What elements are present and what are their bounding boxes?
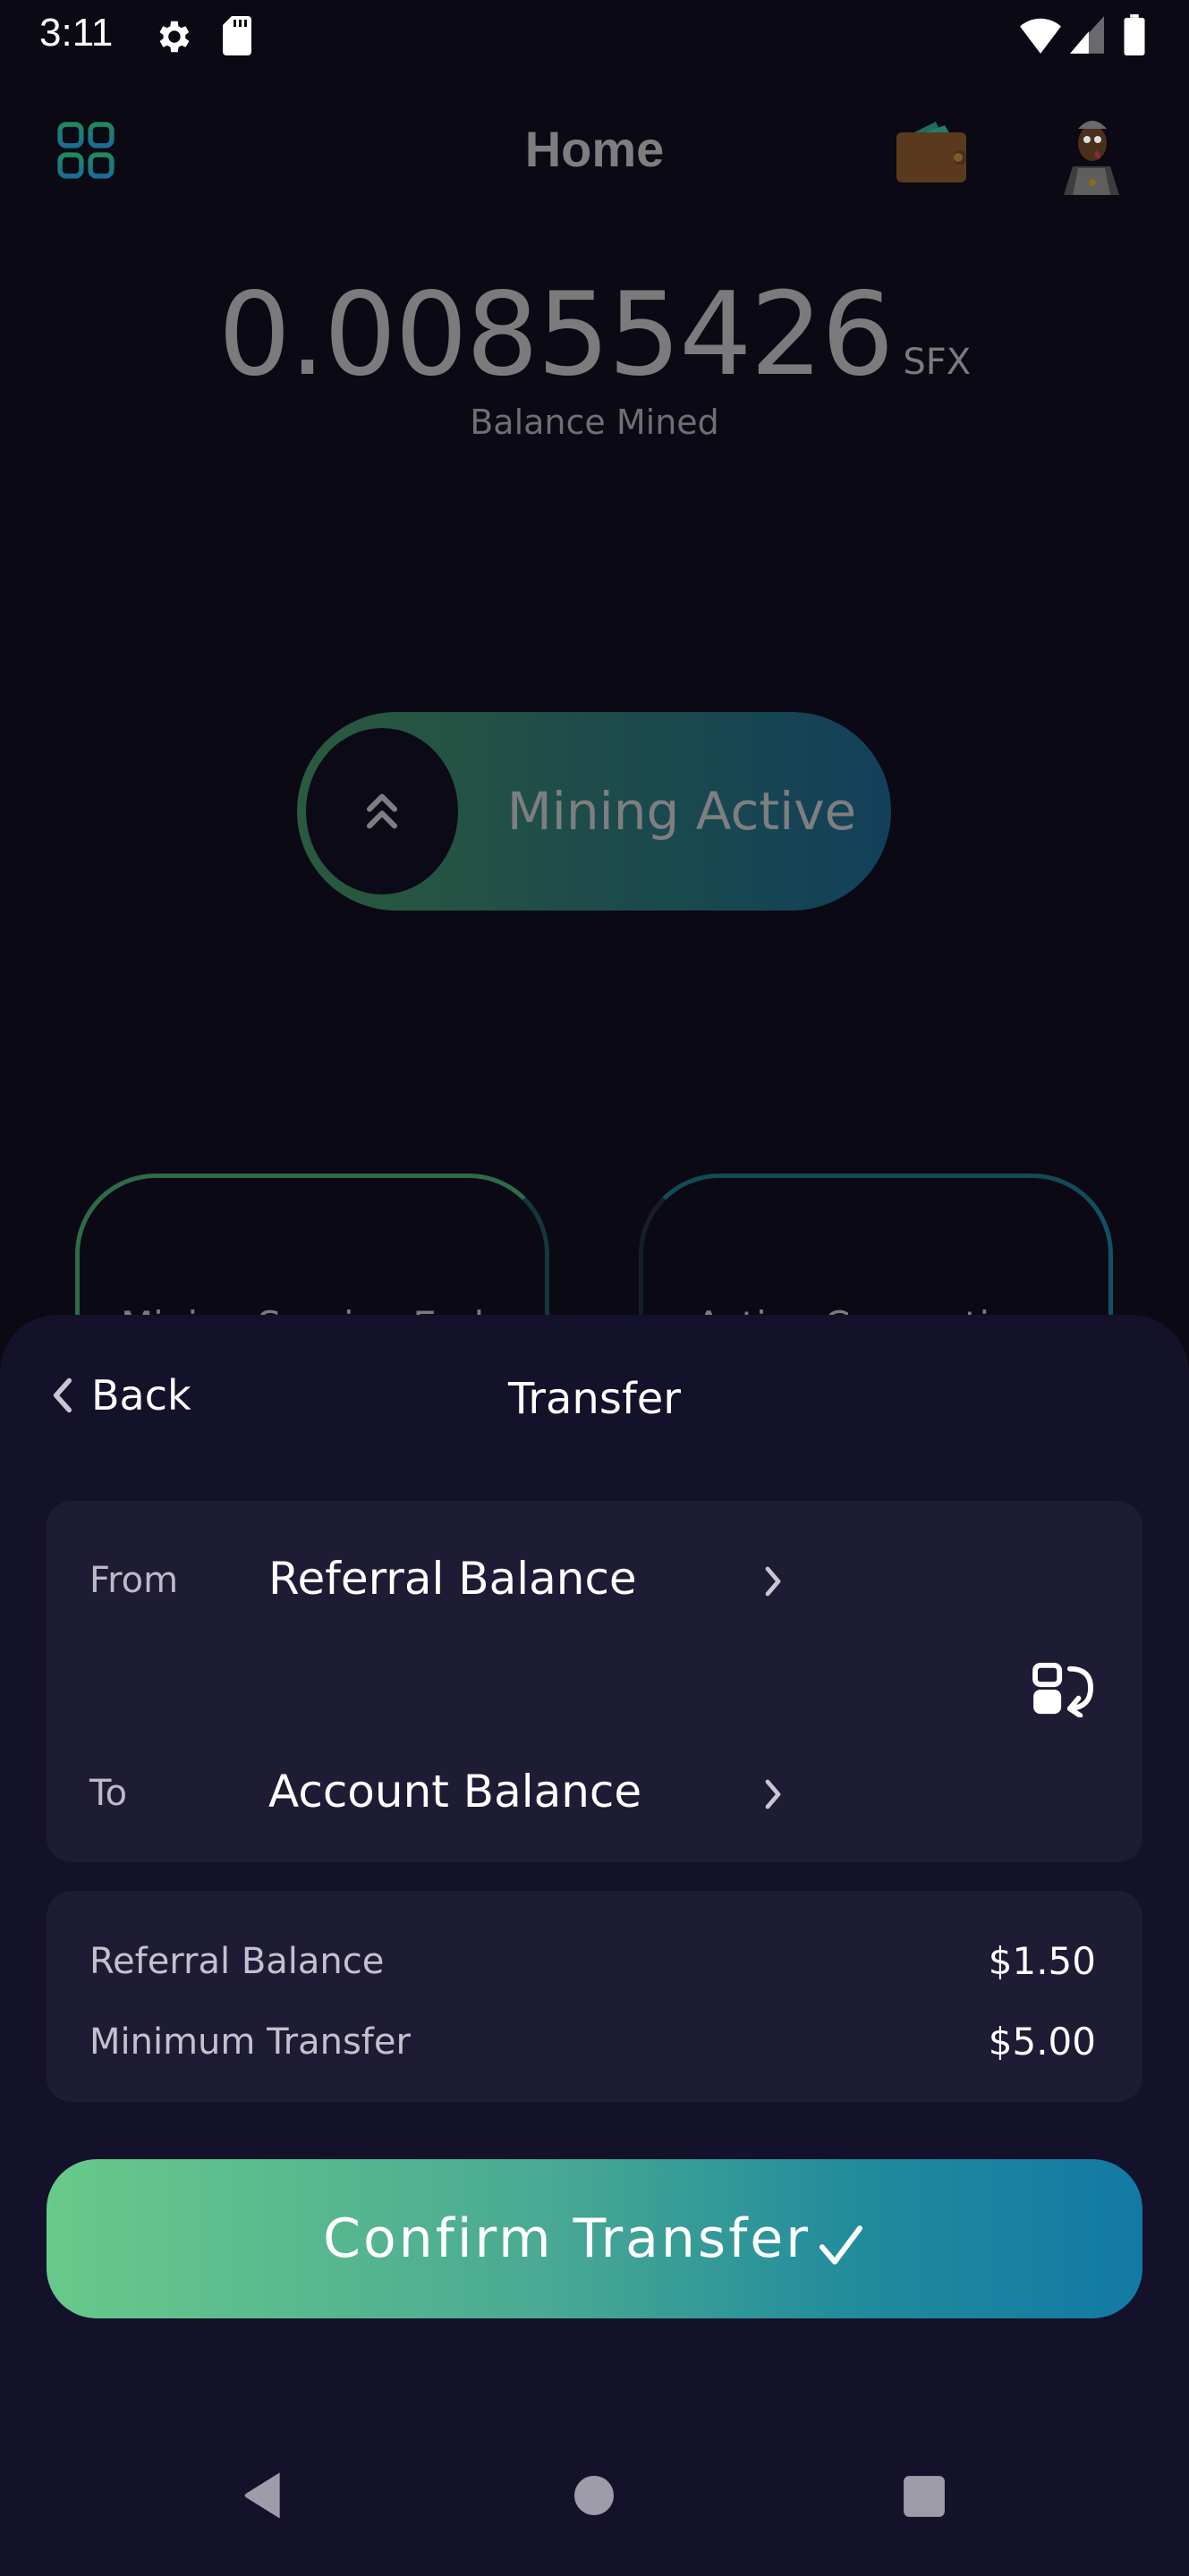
app-header: Home: [0, 98, 1189, 197]
chevron-right-icon[interactable]: [762, 1563, 784, 1599]
mining-toggle[interactable]: Mining Active: [297, 712, 891, 911]
transfer-sheet: Back Transfer From Referral Balance To A…: [0, 1315, 1189, 2576]
info-label: Referral Balance: [89, 1941, 385, 1982]
info-row: Referral Balance $1.50: [89, 1934, 1096, 1987]
nav-back-icon[interactable]: [242, 2470, 285, 2521]
wallet-icon[interactable]: [895, 120, 968, 184]
mining-status-label: Mining Active: [506, 781, 857, 842]
battery-icon: [1124, 14, 1145, 55]
mining-toggle-knob[interactable]: [306, 728, 458, 894]
swap-direction-icon[interactable]: [1031, 1662, 1099, 1717]
from-label: From: [89, 1560, 179, 1601]
balance-display: 0.00855426 SFX: [0, 268, 1189, 402]
info-label: Minimum Transfer: [89, 2021, 411, 2063]
gear-icon: [159, 21, 190, 53]
info-value: $1.50: [988, 1939, 1096, 1983]
signal-icon: [1070, 16, 1104, 54]
confirm-transfer-label: Confirm Transfer: [323, 2207, 811, 2270]
from-account-selector[interactable]: Referral Balance: [268, 1553, 637, 1605]
wifi-icon: [1020, 18, 1061, 54]
balance-amount: 0.00855426: [217, 268, 895, 402]
chevron-right-icon[interactable]: [762, 1776, 784, 1812]
nav-recents-icon[interactable]: [902, 2474, 947, 2519]
checkmark-icon: [819, 2225, 862, 2265]
system-nav-bar: [0, 2406, 1189, 2576]
info-value: $5.00: [988, 2020, 1096, 2063]
avatar[interactable]: [1060, 111, 1123, 197]
page-title: Home: [524, 121, 665, 177]
sheet-header: Back Transfer: [0, 1351, 1189, 1440]
status-time: 3:11: [39, 11, 114, 55]
transfer-info-card: Referral Balance $1.50 Minimum Transfer …: [47, 1891, 1142, 2102]
transfer-route-card: From Referral Balance To Account Balance: [47, 1501, 1142, 1862]
info-row: Minimum Transfer $5.00: [89, 2014, 1096, 2068]
from-row[interactable]: From Referral Balance: [47, 1544, 1142, 1615]
to-row[interactable]: To Account Balance: [47, 1757, 1142, 1828]
double-chevron-up-icon: [366, 793, 398, 829]
status-bar: 3:11: [0, 0, 1189, 72]
balance-unit: SFX: [903, 342, 972, 383]
sd-card-icon: [223, 16, 251, 55]
sheet-title: Transfer: [507, 1374, 681, 1424]
confirm-transfer-button[interactable]: Confirm Transfer: [47, 2159, 1142, 2318]
to-label: To: [89, 1773, 128, 1814]
balance-label: Balance Mined: [470, 402, 719, 442]
nav-home-icon[interactable]: [573, 2474, 616, 2517]
to-account-selector[interactable]: Account Balance: [268, 1766, 641, 1818]
